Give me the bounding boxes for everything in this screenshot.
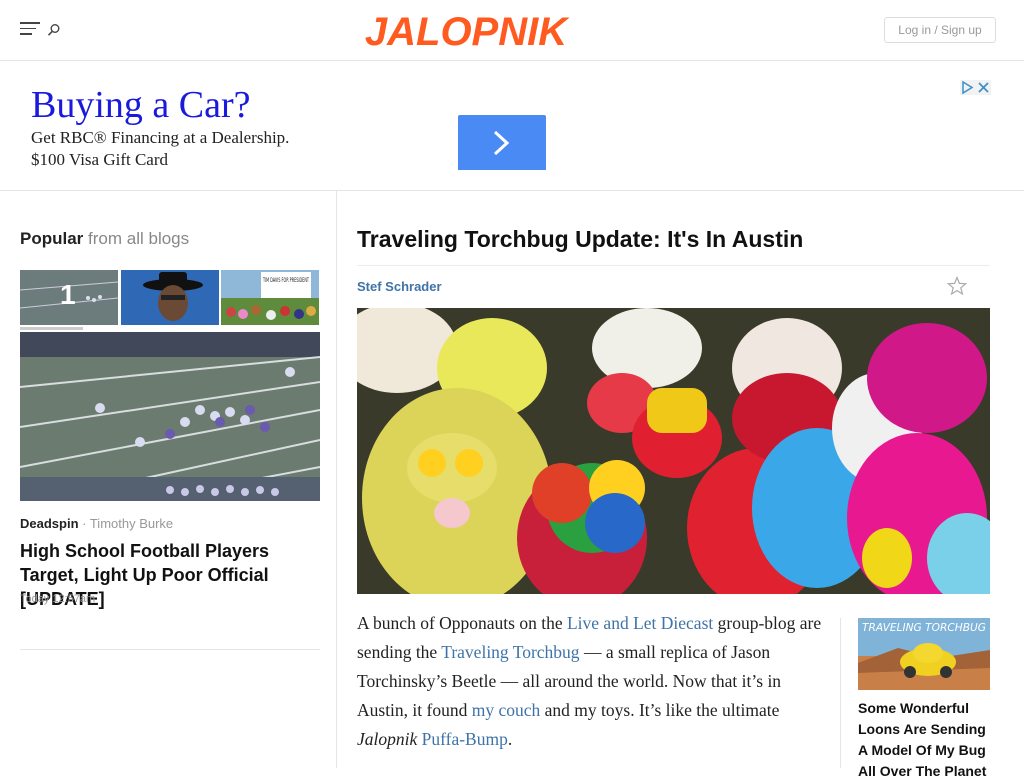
related-divider — [840, 618, 841, 768]
body-text: . — [507, 729, 513, 749]
related-story-headline[interactable]: Some Wonderful Loons Are Sending A Model… — [858, 698, 993, 782]
article-title[interactable]: Traveling Torchbug Update: It's In Austi… — [357, 226, 803, 253]
popular-thumbnail-1[interactable]: 1 — [20, 270, 118, 325]
popular-heading: Popular from all blogs — [20, 229, 189, 249]
logo-text: JALOPNIK — [365, 10, 570, 52]
title-divider — [357, 265, 990, 266]
jalopnik-logo[interactable]: JALOPNIK — [356, 8, 576, 52]
popular-thumbnail-2[interactable] — [121, 270, 219, 325]
popular-thumbnail-3[interactable]: TIM DAVIS FOR PRESIDENT — [221, 270, 319, 325]
featured-blog-name[interactable]: Deadspin — [20, 516, 79, 531]
jalopnik-emphasis: Jalopnik — [357, 729, 418, 749]
popular-sublabel: from all blogs — [88, 229, 190, 248]
adchoices-icon[interactable] — [960, 80, 991, 95]
ad-headline[interactable]: Buying a Car? — [31, 83, 251, 127]
featured-story-image[interactable] — [20, 332, 320, 501]
torchbug-thumbnail: TRAVELING TORCHBUG — [858, 618, 990, 690]
my-couch-link[interactable]: my couch — [472, 700, 541, 720]
thumbnail-active-indicator — [20, 327, 83, 330]
menu-icon[interactable] — [20, 22, 40, 38]
popular-label: Popular — [20, 229, 84, 248]
puffa-bump-link[interactable]: Puffa-Bump — [422, 729, 508, 749]
site-header: JALOPNIK Log in / Sign up — [0, 0, 1024, 61]
stuffed-toys-photo — [357, 308, 990, 594]
live-and-let-diecast-link[interactable]: Live and Let Diecast — [567, 613, 713, 633]
featured-story-meta: Deadspin · Timothy Burke — [20, 516, 173, 531]
crowd-sign-text: TIM DAVIS FOR PRESIDENT — [262, 277, 309, 284]
search-icon[interactable] — [46, 22, 62, 38]
meta-separator: · — [78, 516, 90, 531]
popular-rank-number: 1 — [60, 279, 76, 310]
ad-body-text: Get RBC® Financing at a Dealership. $100… — [31, 128, 290, 169]
login-signup-button[interactable]: Log in / Sign up — [884, 17, 996, 43]
football-field-image — [20, 332, 320, 501]
body-text: and my toys. It’s like the ultimate — [540, 700, 780, 720]
ad-banner: Buying a Car? Get RBC® Financing at a De… — [0, 61, 1024, 191]
portrait-thumbnail — [121, 270, 219, 325]
featured-author[interactable]: Timothy Burke — [90, 516, 173, 531]
ad-arrow-button[interactable] — [458, 115, 546, 170]
article-hero-image[interactable] — [357, 308, 990, 594]
sidebar-divider — [20, 649, 320, 650]
featured-story-timestamp: Today 12:57am — [20, 593, 96, 605]
related-image-caption: TRAVELING TORCHBUG — [862, 621, 986, 634]
article-author[interactable]: Stef Schrader — [357, 279, 442, 294]
popular-sidebar: Popular from all blogs 1 TIM DAVIS FOR P… — [0, 191, 337, 768]
article-body: A bunch of Opponauts on the Live and Let… — [357, 609, 827, 754]
star-icon[interactable] — [947, 276, 967, 296]
body-text: A bunch of Opponauts on the — [357, 613, 567, 633]
traveling-torchbug-link[interactable]: Traveling Torchbug — [441, 642, 579, 662]
chevron-right-icon — [493, 130, 510, 156]
related-story-image[interactable]: TRAVELING TORCHBUG — [858, 618, 990, 690]
crowd-thumbnail: TIM DAVIS FOR PRESIDENT — [221, 270, 319, 325]
